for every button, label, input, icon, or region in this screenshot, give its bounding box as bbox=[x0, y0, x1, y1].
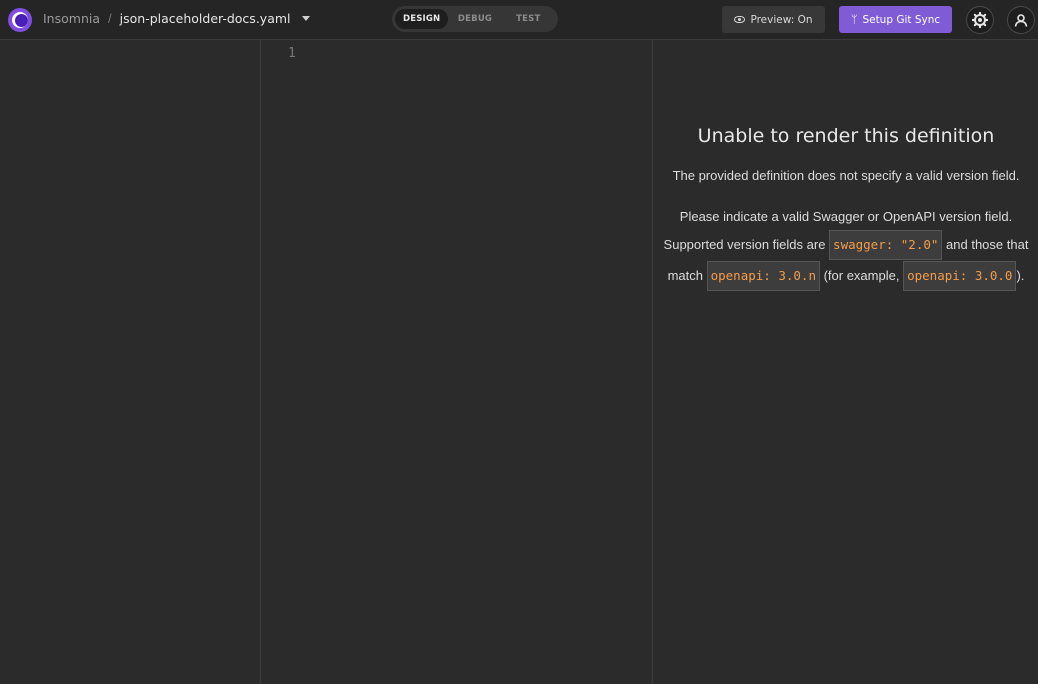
error-instruction: Please indicate a valid Swagger or OpenA… bbox=[679, 209, 1013, 224]
breadcrumb-separator: / bbox=[108, 11, 112, 26]
code-editor[interactable]: 1 bbox=[262, 40, 653, 684]
openapi-example-code: openapi: 3.0.0 bbox=[903, 261, 1017, 291]
account-button[interactable] bbox=[1007, 6, 1035, 34]
preview-pane: Unable to render this definition The pro… bbox=[654, 40, 1038, 684]
git-branch-icon: ᛘ bbox=[850, 13, 858, 26]
activity-tabs: DESIGN DEBUG TEST bbox=[392, 6, 558, 32]
user-icon bbox=[1014, 14, 1028, 27]
breadcrumb: Insomnia / json-placeholder-docs.yaml bbox=[43, 11, 310, 26]
supported-prefix: Supported version fields are bbox=[663, 237, 826, 252]
tab-test[interactable]: TEST bbox=[502, 9, 555, 29]
sidebar bbox=[0, 40, 261, 684]
preview-toggle-label: Preview: On bbox=[750, 13, 813, 26]
document-name[interactable]: json-placeholder-docs.yaml bbox=[120, 11, 291, 26]
tab-design[interactable]: DESIGN bbox=[395, 9, 449, 29]
settings-button[interactable] bbox=[966, 6, 994, 34]
preview-toggle-button[interactable]: Preview: On bbox=[722, 6, 825, 33]
error-message: The provided definition does not specify… bbox=[672, 168, 1020, 183]
swagger-code: swagger: "2.0" bbox=[829, 230, 943, 260]
line-number: 1 bbox=[288, 46, 296, 61]
chevron-down-icon[interactable] bbox=[301, 16, 310, 21]
gear-icon bbox=[972, 12, 988, 28]
git-sync-label: Setup Git Sync bbox=[862, 13, 941, 26]
breadcrumb-app[interactable]: Insomnia bbox=[43, 11, 100, 26]
setup-git-sync-button[interactable]: ᛘ Setup Git Sync bbox=[839, 6, 952, 33]
openapi-n-code: openapi: 3.0.n bbox=[706, 261, 820, 291]
tab-debug[interactable]: DEBUG bbox=[448, 9, 501, 29]
eye-icon bbox=[734, 16, 746, 23]
insomnia-logo-icon[interactable] bbox=[8, 8, 32, 32]
error-title: Unable to render this definition bbox=[697, 125, 995, 147]
for-example-text: (for example, bbox=[823, 268, 900, 283]
closing-text: ). bbox=[1016, 268, 1025, 283]
top-bar: Insomnia / json-placeholder-docs.yaml DE… bbox=[0, 0, 1038, 40]
version-help-text: Supported version fields are swagger: "2… bbox=[662, 229, 1030, 291]
